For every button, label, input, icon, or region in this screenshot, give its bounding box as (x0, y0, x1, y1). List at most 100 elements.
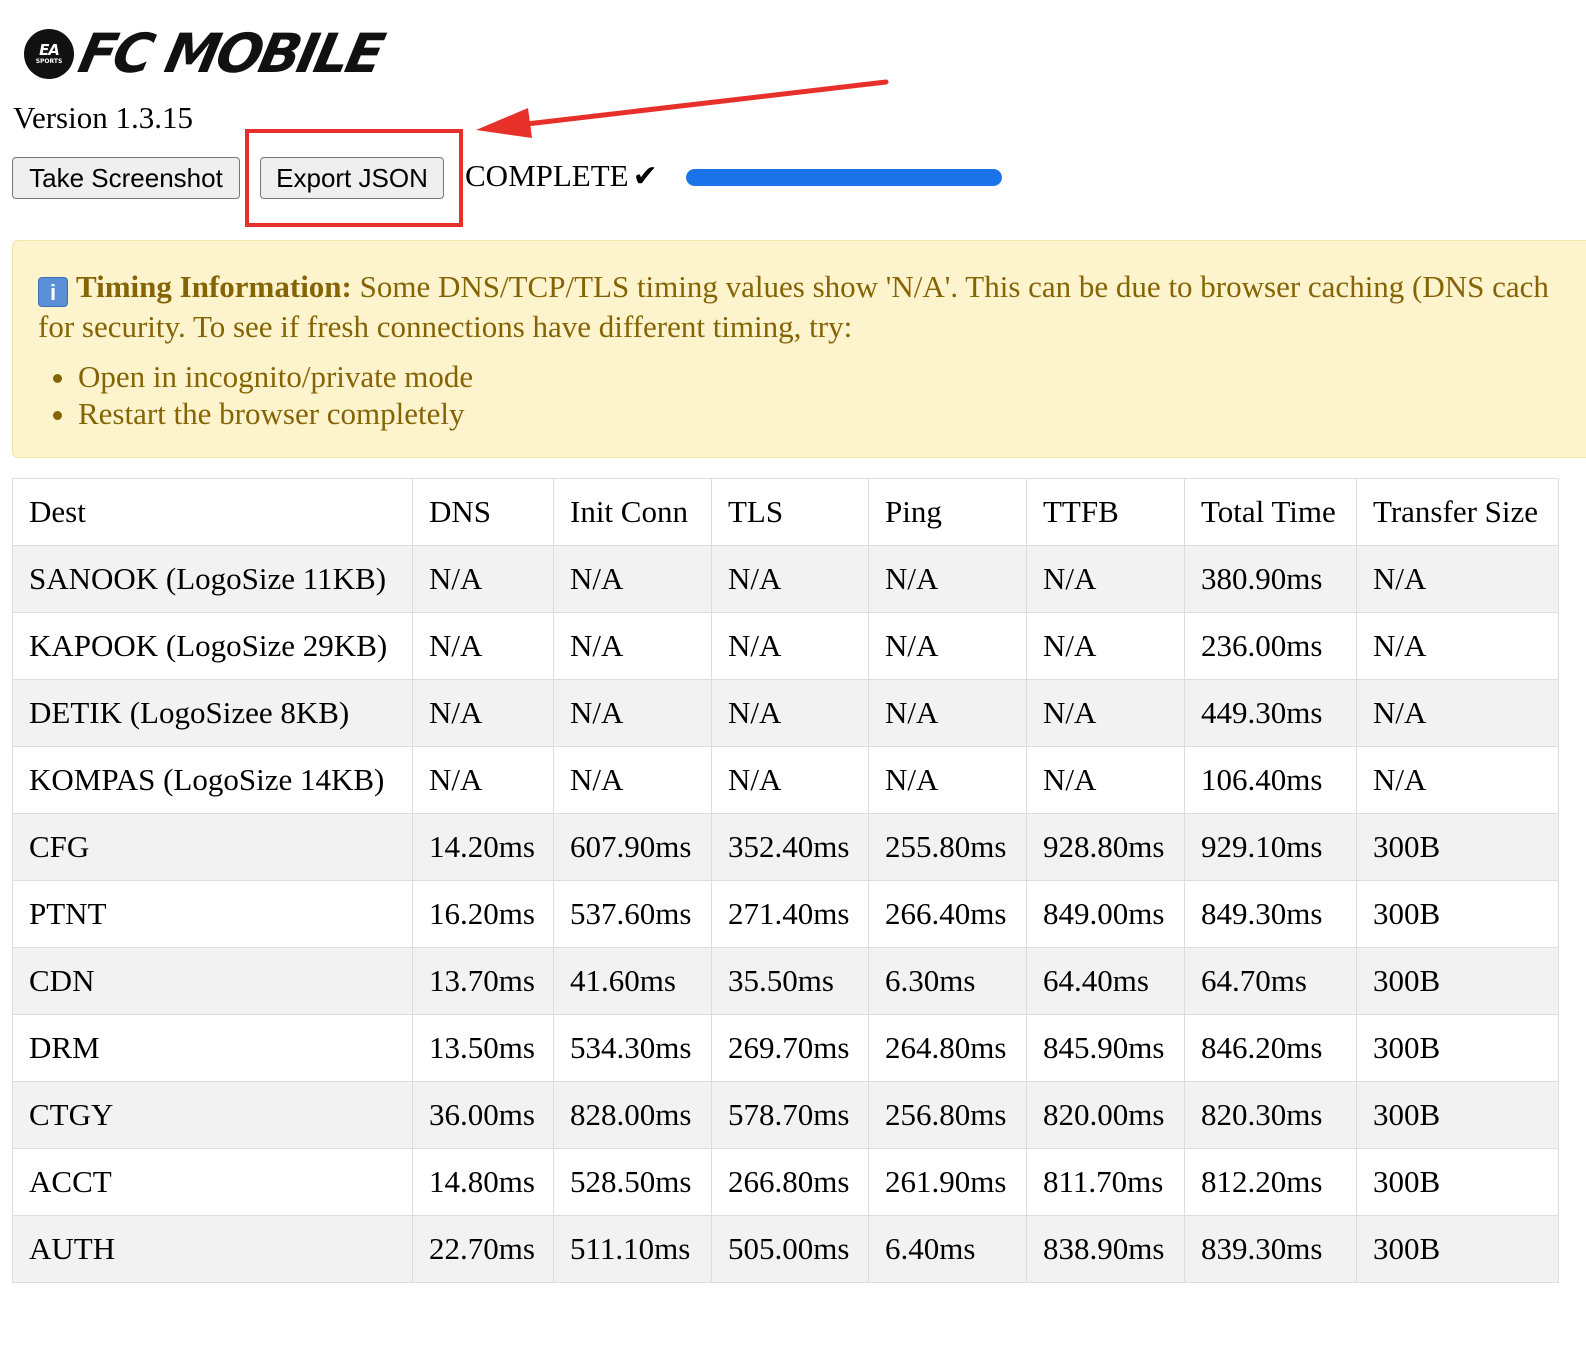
table-cell: KOMPAS (LogoSize 14KB) (12, 746, 413, 814)
fc-mobile-logo: EA SPORTS FC MOBILE (24, 22, 387, 85)
table-cell: N/A (1356, 746, 1559, 814)
table-cell: 266.40ms (868, 880, 1027, 948)
table-cell: 300B (1356, 1148, 1559, 1216)
notice-bullets: Open in incognito/private mode Restart t… (38, 358, 1586, 432)
table-cell: N/A (412, 545, 554, 613)
table-cell: 505.00ms (711, 1215, 869, 1283)
table-cell: 845.90ms (1026, 1014, 1185, 1082)
table-cell: 13.50ms (412, 1014, 554, 1082)
table-cell: 13.70ms (412, 947, 554, 1015)
table-cell: 511.10ms (553, 1215, 712, 1283)
table-cell: 849.00ms (1026, 880, 1185, 948)
table-cell: N/A (868, 679, 1027, 747)
table-cell: CDN (12, 947, 413, 1015)
table-cell: KAPOOK (LogoSize 29KB) (12, 612, 413, 680)
table-cell: 300B (1356, 813, 1559, 881)
version-label: Version 1.3.15 (13, 100, 193, 135)
table-cell: N/A (1026, 545, 1185, 613)
table-cell: 838.90ms (1026, 1215, 1185, 1283)
table-cell: N/A (711, 545, 869, 613)
notice-title: Timing Information: (76, 269, 352, 304)
ea-label: EA (39, 41, 60, 59)
progress-bar (686, 169, 1002, 186)
notice-bullet: Open in incognito/private mode (78, 358, 1586, 395)
table-cell: 839.30ms (1184, 1215, 1357, 1283)
table-cell: N/A (1356, 679, 1559, 747)
table-row: CDN 13.70ms 41.60ms 35.50ms 6.30ms 64.40ms 64.… (12, 947, 1559, 1015)
table-cell: 300B (1356, 1014, 1559, 1082)
table-cell: 449.30ms (1184, 679, 1357, 747)
table-cell: 849.30ms (1184, 880, 1357, 948)
table-cell: 6.40ms (868, 1215, 1027, 1283)
table-cell: 264.80ms (868, 1014, 1027, 1082)
table-cell: 255.80ms (868, 813, 1027, 881)
table-cell: 269.70ms (711, 1014, 869, 1082)
table-header-row: Dest DNS Init Conn TLS Ping TTFB Total Time Tra… (12, 478, 1559, 546)
take-screenshot-button[interactable]: Take Screenshot (12, 157, 240, 199)
annotation-highlight-box (245, 129, 463, 227)
table-row: CTGY 36.00ms 828.00ms 578.70ms 256.80ms 820.0… (12, 1081, 1559, 1149)
table-cell: N/A (711, 746, 869, 814)
table-cell: 300B (1356, 1215, 1559, 1283)
notice-line-2: for security. To see if fresh connection… (38, 309, 853, 344)
table-cell: 820.00ms (1026, 1081, 1185, 1149)
column-header: DNS (412, 478, 554, 546)
table-cell: N/A (1026, 612, 1185, 680)
table-cell: N/A (1356, 545, 1559, 613)
table-cell: 528.50ms (553, 1148, 712, 1216)
table-cell: DETIK (LogoSizee 8KB) (12, 679, 413, 747)
table-cell: N/A (1026, 746, 1185, 814)
table-cell: PTNT (12, 880, 413, 948)
table-cell: ACCT (12, 1148, 413, 1216)
table-cell: N/A (412, 679, 554, 747)
timing-table: Dest DNS Init Conn TLS Ping TTFB Total Time Tra… (12, 478, 1559, 1283)
table-cell: 534.30ms (553, 1014, 712, 1082)
table-row: KOMPAS (LogoSize 14KB) N/A N/A N/A N/A N/A 106… (12, 746, 1559, 814)
table-cell: N/A (868, 746, 1027, 814)
table-cell: N/A (711, 612, 869, 680)
table-cell: 36.00ms (412, 1081, 554, 1149)
table-cell: 928.80ms (1026, 813, 1185, 881)
table-cell: N/A (412, 612, 554, 680)
table-cell: 820.30ms (1184, 1081, 1357, 1149)
checkmark-icon: ✔ (632, 159, 658, 194)
notice-bullet: Restart the browser completely (78, 395, 1586, 432)
table-cell: 41.60ms (553, 947, 712, 1015)
column-header: Dest (12, 478, 413, 546)
table-cell: 236.00ms (1184, 612, 1357, 680)
table-cell: 64.40ms (1026, 947, 1185, 1015)
table-cell: DRM (12, 1014, 413, 1082)
table-cell: 35.50ms (711, 947, 869, 1015)
table-cell: 537.60ms (553, 880, 712, 948)
table-cell: 607.90ms (553, 813, 712, 881)
table-cell: N/A (1026, 679, 1185, 747)
table-cell: N/A (711, 679, 869, 747)
table-cell: 271.40ms (711, 880, 869, 948)
table-cell: 811.70ms (1026, 1148, 1185, 1216)
table-cell: 14.20ms (412, 813, 554, 881)
table-cell: N/A (868, 612, 1027, 680)
table-cell: 846.20ms (1184, 1014, 1357, 1082)
table-cell: CFG (12, 813, 413, 881)
column-header: Init Conn (553, 478, 712, 546)
table-row: ACCT 14.80ms 528.50ms 266.80ms 261.90ms 811.7… (12, 1148, 1559, 1216)
table-cell: 812.20ms (1184, 1148, 1357, 1216)
table-row: KAPOOK (LogoSize 29KB) N/A N/A N/A N/A N/A 236… (12, 612, 1559, 680)
sports-label: SPORTS (35, 58, 63, 65)
table-cell: 929.10ms (1184, 813, 1357, 881)
table-cell: SANOOK (LogoSize 11KB) (12, 545, 413, 613)
column-header: TLS (711, 478, 869, 546)
table-cell: 16.20ms (412, 880, 554, 948)
table-cell: 578.70ms (711, 1081, 869, 1149)
ea-sports-badge: EA SPORTS (24, 29, 74, 79)
column-header: TTFB (1026, 478, 1185, 546)
progress-fill (686, 169, 1002, 186)
table-cell: 22.70ms (412, 1215, 554, 1283)
table-cell: N/A (553, 545, 712, 613)
table-cell: 300B (1356, 947, 1559, 1015)
table-cell: 380.90ms (1184, 545, 1357, 613)
table-cell: N/A (553, 746, 712, 814)
table-cell: 14.80ms (412, 1148, 554, 1216)
table-row: CFG 14.20ms 607.90ms 352.40ms 255.80ms 928.80… (12, 813, 1559, 881)
table-cell: N/A (1356, 612, 1559, 680)
